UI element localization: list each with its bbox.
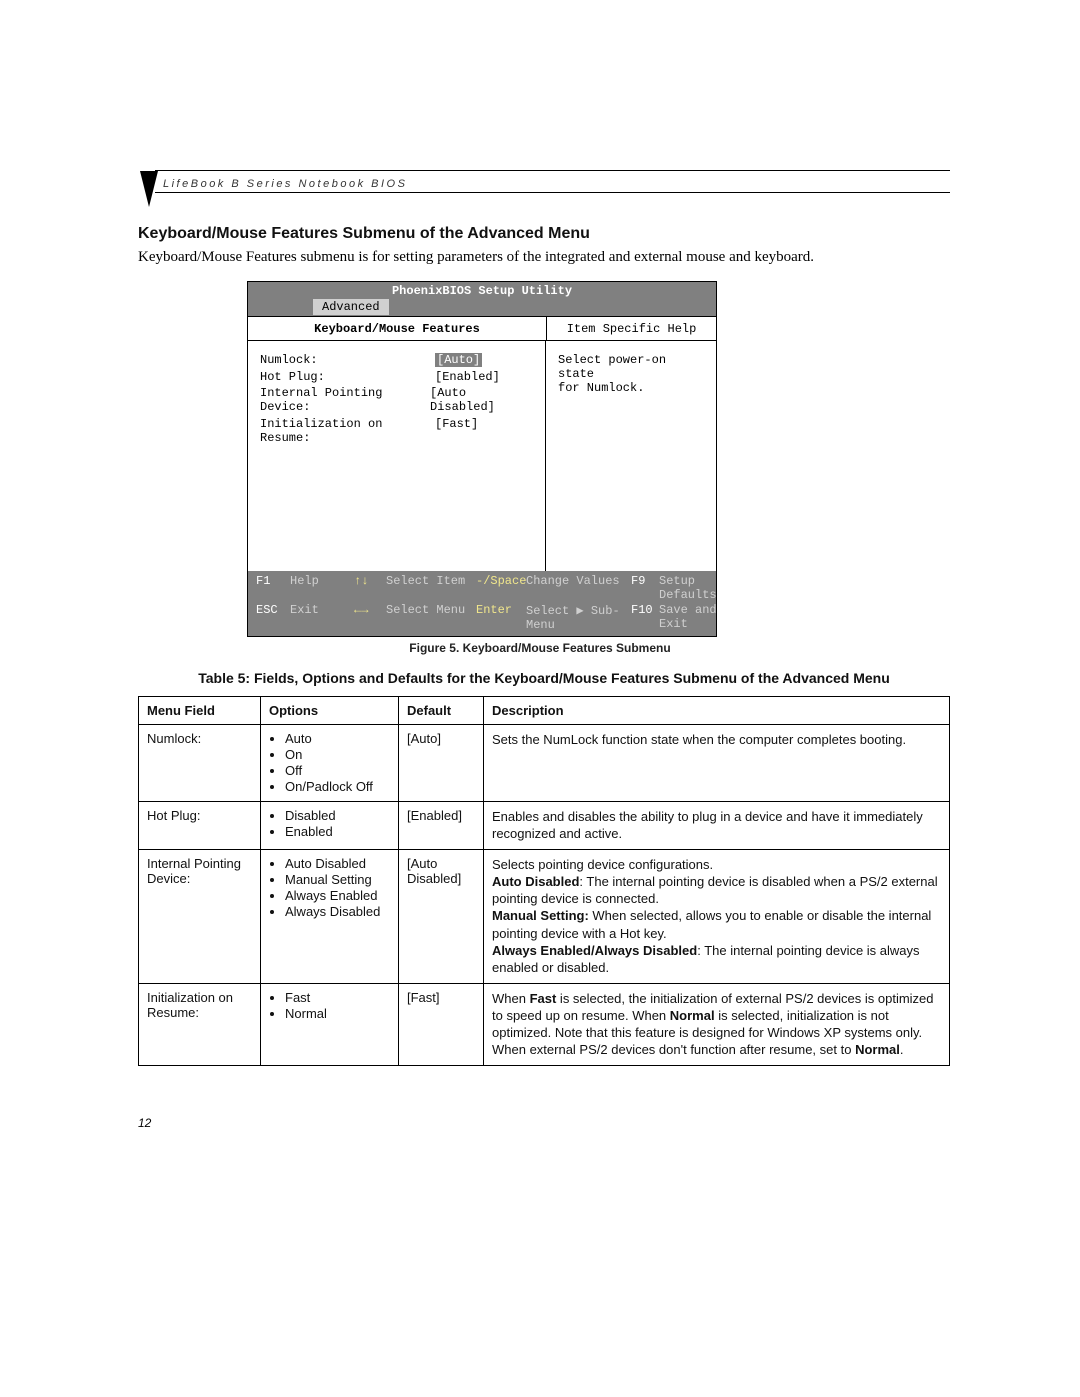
bios-label-sub-menu: Select ▶ Sub-Menu: [526, 603, 631, 632]
cell-description: When Fast is selected, the initializatio…: [484, 983, 950, 1065]
bios-settings-list: Numlock:[Auto] Hot Plug:[Enabled] Intern…: [248, 341, 546, 571]
cell-menu-field: Numlock:: [139, 725, 261, 802]
table-row: Internal Pointing Device:Auto DisabledMa…: [139, 849, 950, 983]
option-item: Enabled: [285, 824, 390, 839]
cell-default: [Auto]: [399, 725, 484, 802]
header-rule-bottom: [155, 192, 950, 193]
bios-key-change: -/Space: [476, 574, 526, 602]
bios-left-header: Keyboard/Mouse Features: [248, 317, 547, 340]
bios-screenshot: PhoenixBIOS Setup Utility Advanced Keybo…: [247, 281, 717, 637]
bios-value: [Auto Disabled]: [430, 386, 535, 414]
cell-default: [Auto Disabled]: [399, 849, 484, 983]
bios-title: PhoenixBIOS Setup Utility: [248, 282, 716, 299]
th-description: Description: [484, 697, 950, 725]
cell-menu-field: Initialization on Resume:: [139, 983, 261, 1065]
header-wedge-icon: [140, 171, 158, 207]
bios-value: [Fast]: [435, 417, 478, 445]
option-item: Auto: [285, 731, 390, 746]
bios-footer: F1 Help ↑↓ Select Item -/Space Change Va…: [248, 571, 716, 636]
option-item: Disabled: [285, 808, 390, 823]
option-item: On/Padlock Off: [285, 779, 390, 794]
cell-menu-field: Hot Plug:: [139, 802, 261, 850]
figure-caption: Figure 5. Keyboard/Mouse Features Submen…: [0, 641, 1080, 655]
section-heading: Keyboard/Mouse Features Submenu of the A…: [138, 225, 590, 243]
header-rule-top: [155, 170, 950, 171]
cell-options: DisabledEnabled: [261, 802, 399, 850]
bios-value: [Auto]: [435, 353, 482, 367]
bios-label-select-item: Select Item: [386, 574, 476, 602]
option-item: Off: [285, 763, 390, 778]
bios-tab-bar: Advanced: [248, 299, 716, 316]
table-caption: Table 5: Fields, Options and Defaults fo…: [138, 670, 950, 686]
bios-label: Numlock:: [260, 353, 435, 367]
bios-key-f10: F10: [631, 603, 659, 632]
table-row: Hot Plug:DisabledEnabled[Enabled]Enables…: [139, 802, 950, 850]
bios-key-f1: F1: [256, 574, 290, 602]
cell-description: Enables and disables the ability to plug…: [484, 802, 950, 850]
bios-key-enter: Enter: [476, 603, 526, 632]
intro-paragraph: Keyboard/Mouse Features submenu is for s…: [138, 248, 950, 268]
bios-label: Initialization on Resume:: [260, 417, 435, 445]
option-item: On: [285, 747, 390, 762]
table-header-row: Menu Field Options Default Description: [139, 697, 950, 725]
cell-options: FastNormal: [261, 983, 399, 1065]
bios-value: [Enabled]: [435, 370, 500, 384]
bios-key-f9: F9: [631, 574, 659, 602]
bios-label: Hot Plug:: [260, 370, 435, 384]
cell-description: Sets the NumLock function state when the…: [484, 725, 950, 802]
cell-options: AutoOnOffOn/Padlock Off: [261, 725, 399, 802]
cell-menu-field: Internal Pointing Device:: [139, 849, 261, 983]
option-item: Normal: [285, 1006, 390, 1021]
table-row: Initialization on Resume:FastNormal[Fast…: [139, 983, 950, 1065]
th-default: Default: [399, 697, 484, 725]
bios-label-save-exit: Save and Exit: [659, 603, 717, 632]
bios-tab-advanced: Advanced: [313, 299, 389, 315]
bios-help-line: for Numlock.: [558, 381, 706, 395]
cell-options: Auto DisabledManual SettingAlways Enable…: [261, 849, 399, 983]
bios-label: Internal Pointing Device:: [260, 386, 430, 414]
option-item: Fast: [285, 990, 390, 1005]
bios-key-arrows-lr: ←→: [354, 603, 386, 632]
bios-label-change-values: Change Values: [526, 574, 631, 602]
bios-label-help: Help: [290, 574, 354, 602]
bios-key-arrows-ud: ↑↓: [354, 574, 386, 602]
cell-description: Selects pointing device configurations.A…: [484, 849, 950, 983]
bios-right-header: Item Specific Help: [547, 317, 716, 340]
bios-key-esc: ESC: [256, 603, 290, 632]
option-item: Always Disabled: [285, 904, 390, 919]
bios-label-select-menu: Select Menu: [386, 603, 476, 632]
option-item: Manual Setting: [285, 872, 390, 887]
cell-default: [Enabled]: [399, 802, 484, 850]
table-row: Numlock:AutoOnOffOn/Padlock Off[Auto]Set…: [139, 725, 950, 802]
bios-label-setup-defaults: Setup Defaults: [659, 574, 717, 602]
bios-label-exit: Exit: [290, 603, 354, 632]
th-options: Options: [261, 697, 399, 725]
option-item: Auto Disabled: [285, 856, 390, 871]
cell-default: [Fast]: [399, 983, 484, 1065]
th-menu-field: Menu Field: [139, 697, 261, 725]
bios-help-line: Select power-on state: [558, 353, 706, 381]
bios-help-pane: Select power-on state for Numlock.: [546, 341, 716, 571]
running-head: LifeBook B Series Notebook BIOS: [163, 178, 407, 190]
page-number: 12: [138, 1116, 151, 1130]
option-item: Always Enabled: [285, 888, 390, 903]
options-table: Menu Field Options Default Description N…: [138, 696, 950, 1066]
